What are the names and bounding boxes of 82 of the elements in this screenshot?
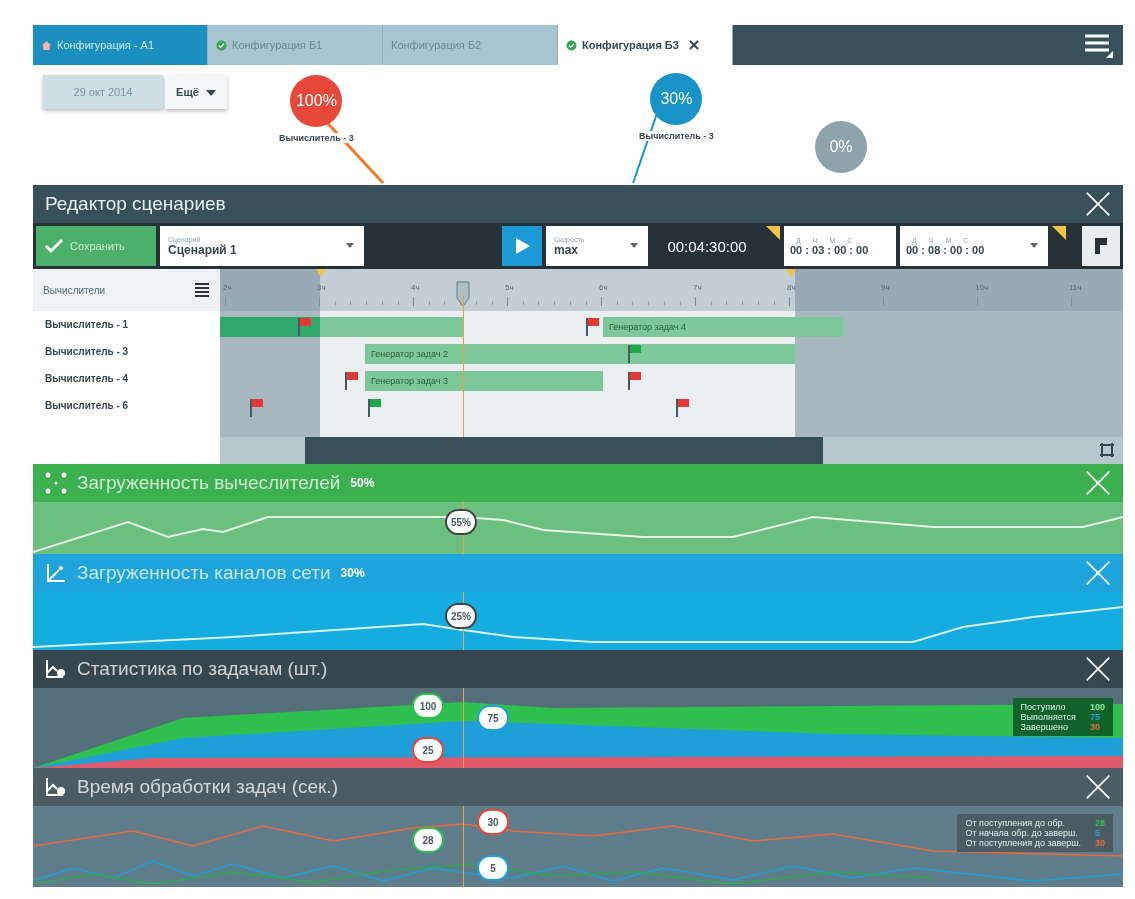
hour-label: 7ч: [693, 283, 702, 292]
value-bubble: 5: [477, 855, 509, 881]
check-circle-icon: [566, 39, 577, 51]
hour-label: 10ч: [975, 283, 989, 292]
play-button[interactable]: [502, 226, 542, 266]
legend-value: 5: [1095, 828, 1101, 838]
more-dropdown[interactable]: Ещё: [165, 75, 227, 109]
caret-icon: [630, 243, 638, 248]
list-header: Вычислители: [43, 284, 106, 296]
check-icon: [44, 238, 64, 254]
hour-label: 5ч: [505, 283, 514, 292]
fit-icon[interactable]: [1099, 442, 1115, 458]
load-bubble[interactable]: 30%: [650, 73, 703, 125]
hour-label: 11ч: [1069, 283, 1082, 292]
close-icon[interactable]: [687, 39, 700, 51]
chart-icon: [45, 776, 67, 798]
scroll-thumb[interactable]: [305, 437, 823, 464]
legend-label: От поступления до заверш.: [965, 838, 1081, 848]
computer-name[interactable]: Вычислитель - 1: [33, 311, 220, 338]
panel-title: Статистика по задачам (шт.): [77, 658, 328, 680]
panel-title: Время обработки задач (сек.): [77, 776, 338, 798]
legend-label: Выполняется: [1020, 712, 1076, 722]
legend-value: 28: [1095, 818, 1105, 828]
legend-label: Поступило: [1020, 702, 1067, 712]
computer-name[interactable]: Вычислитель - 3: [33, 338, 220, 365]
caret-icon: [346, 243, 354, 248]
flag-icon[interactable]: [586, 317, 600, 337]
load-bubble[interactable]: 0%: [815, 121, 867, 173]
caret-icon: [205, 90, 216, 96]
flag-icon[interactable]: [250, 398, 264, 418]
caret-icon: [1030, 243, 1038, 248]
value-bubble: 55%: [445, 509, 477, 535]
flag-icon[interactable]: [345, 371, 359, 391]
marker-label: Вычислитель - 3: [637, 131, 716, 141]
save-button[interactable]: Сохранить: [36, 226, 156, 266]
hour-label: 6ч: [599, 283, 608, 292]
flag-icon[interactable]: [676, 398, 690, 418]
network-icon: [45, 562, 67, 584]
range-marker-icon: [1052, 226, 1066, 240]
config-tab[interactable]: Конфигурация Б1: [208, 25, 383, 65]
legend-value: 100: [1089, 702, 1105, 712]
legend-label: Завершено: [1020, 722, 1069, 732]
legend-value: 75: [1089, 712, 1101, 722]
chart-icon: [45, 658, 67, 680]
task-bar[interactable]: Генератор задач 2: [365, 344, 795, 364]
editor-title: Редактор сценариев: [45, 193, 226, 215]
legend-value: 30: [1089, 722, 1101, 732]
panel-title: Загруженность вычеслителей: [77, 472, 341, 494]
computer-name[interactable]: Вычислитель - 4: [33, 365, 220, 392]
elapsed-time: 00:04:30:00: [666, 237, 748, 255]
load-bubble[interactable]: 100%: [290, 75, 343, 127]
legend-label: От поступления до обр.: [965, 818, 1067, 828]
hour-label: 3ч: [317, 283, 326, 292]
value-bubble: 100: [412, 693, 444, 719]
list-icon[interactable]: [194, 282, 210, 298]
flag-icon[interactable]: [628, 371, 642, 391]
panel-title: Загруженность каналов сети: [77, 562, 331, 584]
check-circle-icon: [216, 39, 227, 51]
legend-value: 30: [1095, 838, 1105, 848]
config-tab[interactable]: Конфигурация Б2: [383, 25, 558, 65]
hour-label: 4ч: [411, 283, 420, 292]
panel-value: 30%: [340, 566, 365, 580]
hour-label: 8ч: [787, 283, 796, 292]
config-tab[interactable]: Конфигурация - А1: [33, 25, 208, 65]
home-icon: [41, 39, 52, 51]
value-bubble: 28: [412, 827, 444, 853]
flag-icon[interactable]: [628, 344, 642, 364]
task-bar[interactable]: Генератор задач 4: [603, 317, 843, 337]
nodes-icon: [45, 472, 67, 494]
computer-name[interactable]: Вычислитель - 6: [33, 392, 220, 419]
task-bar[interactable]: Генератор задач 3: [365, 371, 603, 391]
range-marker-icon: [766, 226, 780, 240]
playhead-handle[interactable]: [456, 281, 470, 307]
value-bubble: 25%: [445, 603, 477, 629]
date-button[interactable]: 29 окт 2014: [43, 75, 163, 109]
marker-label: Вычислитель - 3: [277, 133, 356, 143]
flag-icon[interactable]: [368, 398, 382, 418]
value-bubble: 30: [477, 809, 509, 835]
panel-value: 50%: [350, 476, 375, 490]
legend-label: От начала обр. до заверш.: [965, 828, 1079, 838]
menu-icon[interactable]: [1083, 32, 1113, 58]
flag-button[interactable]: [1082, 226, 1120, 266]
